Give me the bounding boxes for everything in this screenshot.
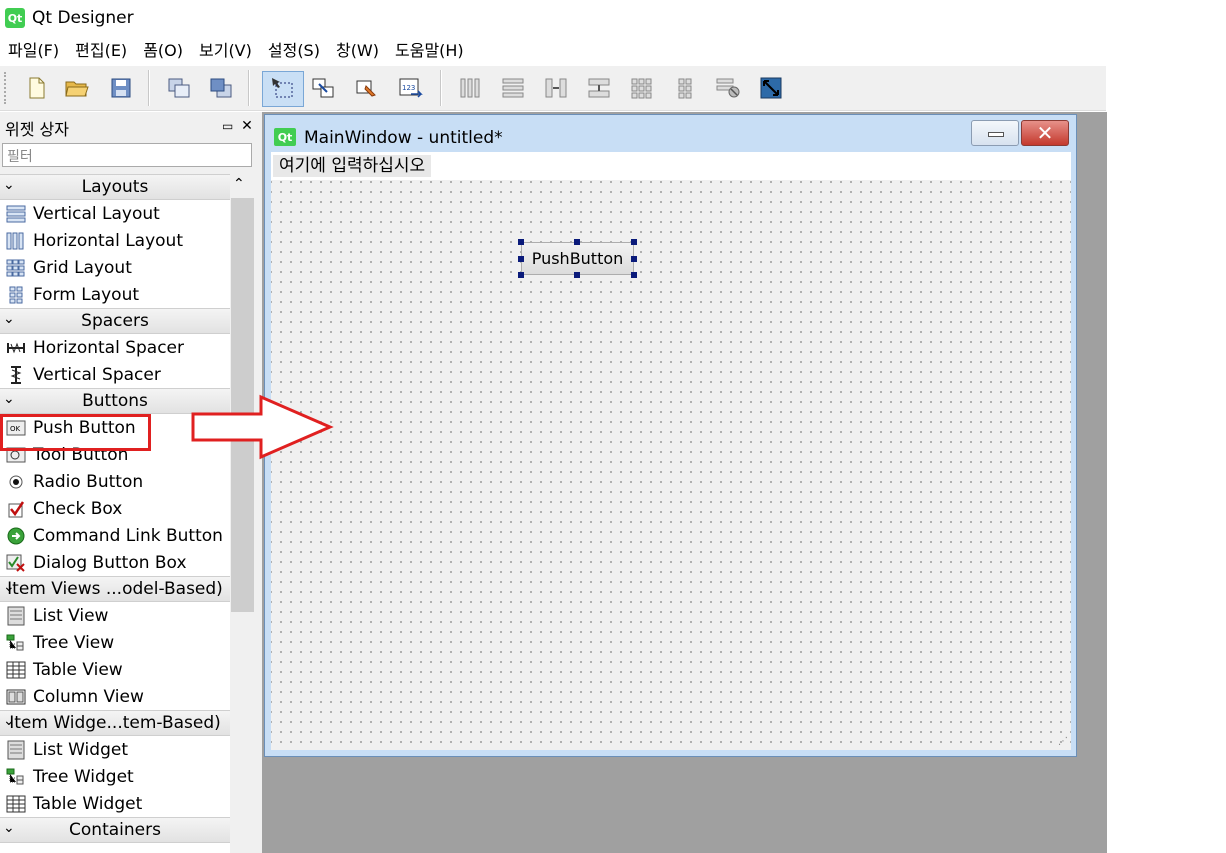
app-title: Qt Designer	[32, 8, 134, 28]
widget-item-command-link-button[interactable]: Command Link Button	[0, 522, 230, 549]
category-item-widgets[interactable]: ⌄ Item Widge...tem-Based)	[0, 710, 230, 736]
close-dock-icon[interactable]: ✕	[241, 118, 253, 134]
layout-v-splitter-icon[interactable]	[585, 74, 613, 102]
tree-view-icon	[5, 633, 27, 653]
table-widget-icon	[5, 794, 27, 814]
layout-vertical-icon[interactable]	[499, 74, 527, 102]
main-window-title: MainWindow - untitled*	[304, 128, 503, 148]
widget-list: ⌄ Layouts Vertical Layout Horizontal Lay…	[0, 174, 230, 853]
menu-window[interactable]: 창(W)	[328, 38, 387, 64]
list-view-icon	[5, 606, 27, 626]
highlight-box	[0, 414, 151, 451]
check-box-icon	[5, 499, 27, 519]
horizontal-spacer-icon	[5, 338, 27, 358]
dialog-button-box-icon	[5, 553, 27, 573]
selection-handle[interactable]	[631, 239, 637, 245]
size-grip-icon[interactable]: ⋰	[1058, 736, 1068, 747]
layout-form-icon[interactable]	[671, 74, 699, 102]
layout-h-splitter-icon[interactable]	[542, 74, 570, 102]
selection-handle[interactable]	[518, 256, 524, 262]
float-dock-icon[interactable]: ▭	[222, 119, 233, 133]
widget-item-vertical-spacer[interactable]: Vertical Spacer	[0, 361, 230, 388]
close-button[interactable]: ✕	[1021, 120, 1069, 146]
command-link-icon	[5, 526, 27, 546]
widget-item-list-view[interactable]: List View	[0, 602, 230, 629]
widget-item-list-widget[interactable]: List Widget	[0, 736, 230, 763]
tree-widget-icon	[5, 767, 27, 787]
widget-filter-input[interactable]: 필터	[2, 143, 252, 167]
qt-logo-icon: Qt	[5, 8, 25, 28]
widget-item-grid-layout[interactable]: Grid Layout	[0, 254, 230, 281]
menu-file[interactable]: 파일(F)	[0, 38, 67, 64]
widget-item-horizontal-spacer[interactable]: Horizontal Spacer	[0, 334, 230, 361]
selection-handle[interactable]	[518, 239, 524, 245]
radio-button-icon	[5, 472, 27, 492]
edit-buddies-icon[interactable]	[353, 74, 381, 102]
toolbar: 123	[0, 66, 1106, 111]
selection-handle[interactable]	[574, 239, 580, 245]
table-view-icon	[5, 660, 27, 680]
close-icon: ✕	[1036, 121, 1054, 145]
selection-handle[interactable]	[631, 272, 637, 278]
widget-item-radio-button[interactable]: Radio Button	[0, 468, 230, 495]
widget-item-form-layout[interactable]: Form Layout	[0, 281, 230, 308]
widget-item-table-view[interactable]: Table View	[0, 656, 230, 683]
widget-item-vertical-layout[interactable]: Vertical Layout	[0, 200, 230, 227]
horizontal-layout-icon	[5, 231, 27, 251]
widget-item-tree-widget[interactable]: Tree Widget	[0, 763, 230, 790]
selection-handle[interactable]	[518, 272, 524, 278]
column-view-icon	[5, 687, 27, 707]
adjust-size-icon[interactable]	[757, 74, 785, 102]
layout-grid-icon[interactable]	[628, 74, 656, 102]
edit-tab-order-icon[interactable]: 123	[397, 74, 425, 102]
form-canvas[interactable]	[271, 152, 1071, 750]
send-to-back-icon[interactable]	[165, 74, 193, 102]
vertical-layout-icon	[5, 204, 27, 224]
widget-item-column-view[interactable]: Column View	[0, 683, 230, 710]
layout-horizontal-icon[interactable]	[456, 74, 484, 102]
menu-help[interactable]: 도움말(H)	[387, 38, 472, 64]
category-item-views[interactable]: ⌄ Item Views ...odel-Based)	[0, 576, 230, 602]
minimize-button[interactable]	[971, 120, 1019, 146]
widget-item-table-widget[interactable]: Table Widget	[0, 790, 230, 817]
widget-item-check-box[interactable]: Check Box	[0, 495, 230, 522]
widget-item-tree-view[interactable]: Tree View	[0, 629, 230, 656]
break-layout-icon[interactable]	[714, 74, 742, 102]
right-arrow-annotation	[191, 394, 334, 460]
category-containers[interactable]: ⌄ Containers	[0, 817, 230, 843]
bring-to-front-icon[interactable]	[207, 74, 235, 102]
selection-handle[interactable]	[631, 256, 637, 262]
new-file-icon[interactable]	[22, 74, 50, 102]
form-layout-icon	[5, 285, 27, 305]
menu-edit[interactable]: 편집(E)	[67, 38, 135, 64]
category-layouts[interactable]: ⌄ Layouts	[0, 174, 230, 200]
app-titlebar	[0, 0, 1106, 36]
menu-form[interactable]: 폼(O)	[135, 38, 191, 64]
menu-view[interactable]: 보기(V)	[191, 38, 260, 64]
widget-item-dialog-button-box[interactable]: Dialog Button Box	[0, 549, 230, 576]
category-spacers[interactable]: ⌄ Spacers	[0, 308, 230, 334]
widget-box-title: 위젯 상자	[5, 120, 69, 139]
save-icon[interactable]	[107, 74, 135, 102]
menubar: 파일(F) 편집(E) 폼(O) 보기(V) 설정(S) 창(W) 도움말(H)	[0, 38, 472, 64]
form-push-button[interactable]: PushButton	[521, 242, 634, 275]
chevron-up-icon[interactable]: ⌃	[233, 176, 245, 192]
list-widget-icon	[5, 740, 27, 760]
form-menu-type-here[interactable]: 여기에 입력하십시오	[273, 155, 432, 177]
menu-settings[interactable]: 설정(S)	[260, 38, 328, 64]
vertical-spacer-icon	[5, 365, 27, 385]
selection-handle[interactable]	[574, 272, 580, 278]
qt-logo-icon: Qt	[274, 128, 296, 146]
minimize-icon	[988, 132, 1004, 137]
edit-widgets-icon[interactable]	[262, 71, 304, 107]
widget-item-horizontal-layout[interactable]: Horizontal Layout	[0, 227, 230, 254]
edit-signals-slots-icon[interactable]	[309, 74, 337, 102]
svg-text:123: 123	[402, 84, 415, 92]
toolbar-grip[interactable]	[4, 72, 8, 104]
open-folder-icon[interactable]	[63, 74, 91, 102]
grid-layout-icon	[5, 258, 27, 278]
